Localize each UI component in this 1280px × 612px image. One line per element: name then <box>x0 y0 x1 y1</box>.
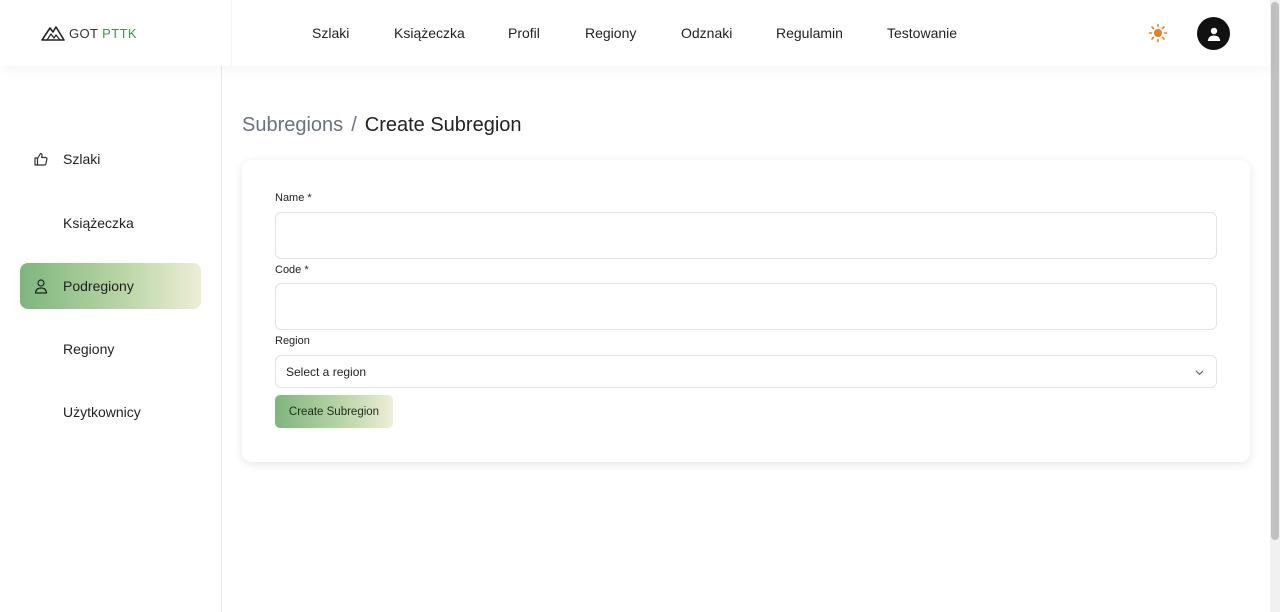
sidebar-item-label: Podregiony <box>63 278 134 294</box>
user-icon <box>34 279 48 294</box>
topnav-item-szlaki[interactable]: Szlaki <box>312 25 349 41</box>
sidebar: Szlaki Książeczka Podregiony Regiony Uży… <box>0 66 222 612</box>
breadcrumb-separator: / <box>351 114 357 136</box>
sidebar-item-uzytkownicy[interactable]: Użytkownicy <box>20 389 201 435</box>
sidebar-item-regiony[interactable]: Regiony <box>20 326 201 372</box>
scrollbar-thumb[interactable] <box>1271 2 1279 540</box>
breadcrumb-parent-link[interactable]: Subregions <box>242 114 343 136</box>
chevron-down-icon <box>1195 370 1204 375</box>
name-field-label: Name * <box>275 192 312 204</box>
topnav-item-profil[interactable]: Profil <box>508 25 540 41</box>
page-title: Create Subregion <box>364 114 522 136</box>
sidebar-item-ksiazeczka[interactable]: Książeczka <box>20 200 201 246</box>
code-input[interactable] <box>275 283 1217 330</box>
sidebar-item-label: Szlaki <box>63 151 101 167</box>
topnav-item-testowanie[interactable]: Testowanie <box>887 25 957 41</box>
brand[interactable]: GOT PTTK <box>0 0 232 66</box>
sidebar-item-podregiony[interactable]: Podregiony <box>20 263 201 309</box>
region-field-label: Region <box>275 335 310 347</box>
code-field-label: Code * <box>275 264 309 276</box>
sidebar-item-szlaki[interactable]: Szlaki <box>20 136 201 182</box>
sidebar-item-label: Książeczka <box>63 215 134 231</box>
sidebar-item-label: Regiony <box>63 341 115 357</box>
topnav-item-ksiazeczka[interactable]: Książeczka <box>394 25 465 41</box>
region-select-value: Select a region <box>286 365 367 379</box>
mountain-logo-icon <box>41 26 65 41</box>
topnav-item-regiony[interactable]: Regiony <box>585 25 636 41</box>
topnav-item-odznaki[interactable]: Odznaki <box>681 25 732 41</box>
create-subregion-button[interactable]: Create Subregion <box>275 395 393 428</box>
user-icon <box>1207 27 1220 41</box>
top-header: GOT PTTK Szlaki Książeczka Profil Region… <box>0 0 1270 66</box>
account-avatar-button[interactable] <box>1197 17 1230 50</box>
thumbs-up-icon <box>34 152 48 166</box>
sidebar-item-label: Użytkownicy <box>63 404 141 420</box>
sun-icon[interactable] <box>1148 23 1168 43</box>
breadcrumb: Subregions / Create Subregion <box>242 114 522 137</box>
name-input[interactable] <box>275 212 1217 259</box>
create-subregion-form: Name * Code * Region Select a region Cre… <box>242 160 1250 462</box>
topnav-item-regulamin[interactable]: Regulamin <box>776 25 843 41</box>
brand-name: GOT PTTK <box>69 26 137 41</box>
region-select[interactable]: Select a region <box>275 355 1217 388</box>
